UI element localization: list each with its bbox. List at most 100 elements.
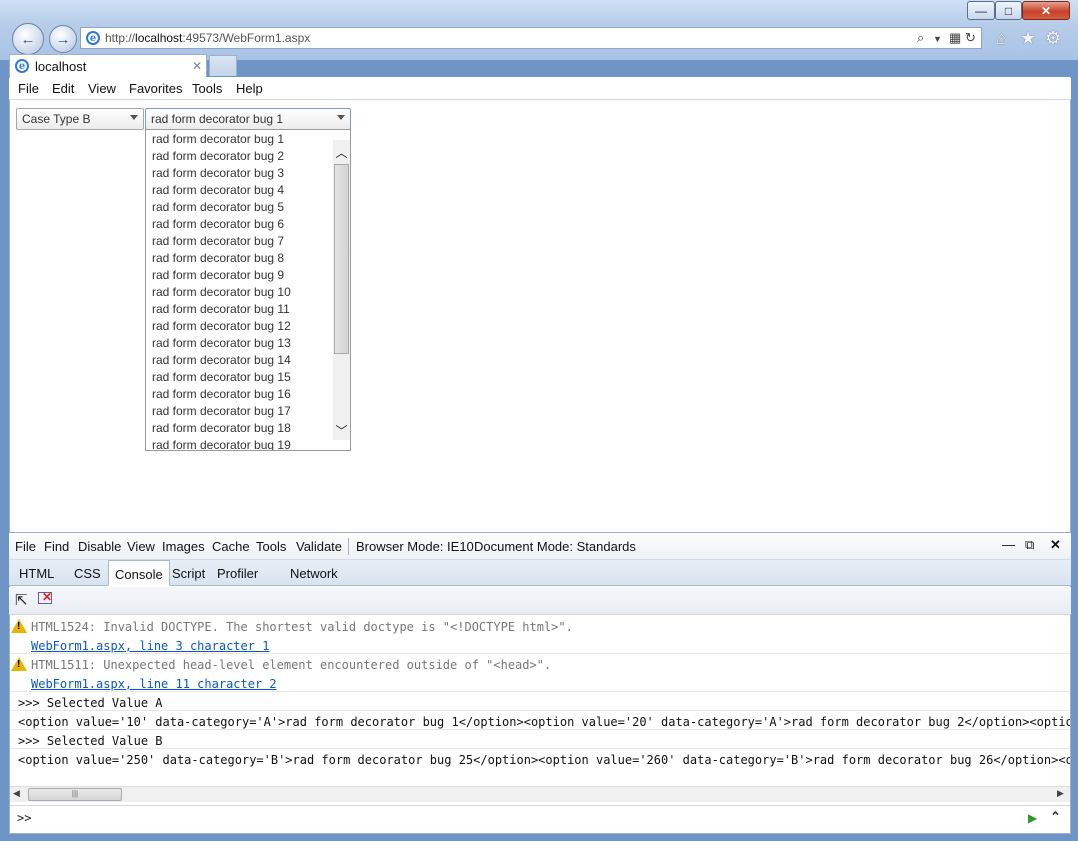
- tab-profiler[interactable]: Profiler: [211, 560, 264, 586]
- compatibility-view-icon[interactable]: ▦: [949, 30, 961, 46]
- dropdown-option[interactable]: rad form decorator bug 4: [152, 183, 284, 197]
- refresh-icon[interactable]: ↻: [965, 30, 976, 46]
- horizontal-scroll-thumb[interactable]: |||: [28, 788, 122, 801]
- dropdown-option[interactable]: rad form decorator bug 16: [152, 387, 291, 401]
- dropdown-scrollbar[interactable]: ︿ ﹀: [333, 140, 350, 440]
- console-toolbar: ⇱ ✕: [9, 587, 1071, 615]
- minimize-button[interactable]: —: [967, 1, 995, 20]
- scroll-right-icon[interactable]: ▶: [1057, 788, 1064, 799]
- scroll-left-icon[interactable]: ◀: [13, 788, 20, 799]
- scroll-down-icon[interactable]: ﹀: [333, 422, 350, 438]
- case-type-value: Case Type B: [22, 112, 91, 126]
- forward-arrow-icon: →: [55, 30, 71, 48]
- search-icon[interactable]: ⌕: [917, 30, 924, 46]
- back-arrow-icon: ←: [20, 30, 36, 48]
- dropdown-option[interactable]: rad form decorator bug 7: [152, 234, 284, 248]
- bug-select-value: rad form decorator bug 1: [151, 112, 284, 126]
- dt-menu-file[interactable]: File: [15, 539, 36, 554]
- dropdown-option[interactable]: rad form decorator bug 9: [152, 268, 284, 282]
- home-icon[interactable]: ⌂: [996, 28, 1007, 49]
- forward-button[interactable]: →: [49, 25, 77, 53]
- browser-menubar: File Edit View Favorites Tools Help: [9, 78, 1071, 100]
- tab-title: localhost: [35, 59, 87, 74]
- gear-icon[interactable]: ⚙: [1045, 28, 1061, 49]
- menu-tools[interactable]: Tools: [192, 81, 222, 96]
- chevron-down-icon: [337, 115, 345, 120]
- search-dropdown-icon[interactable]: ▼: [933, 34, 942, 44]
- minimize-icon[interactable]: —: [1002, 537, 1015, 552]
- row-divider: [10, 691, 1070, 692]
- dropdown-option[interactable]: rad form decorator bug 19: [152, 438, 291, 450]
- dropdown-option[interactable]: rad form decorator bug 13: [152, 336, 291, 350]
- warning-icon: !: [11, 619, 27, 633]
- warning-icon: !: [11, 657, 27, 671]
- dt-menu-validate[interactable]: Validate: [296, 539, 342, 554]
- case-type-select[interactable]: Case Type B: [16, 108, 144, 130]
- dt-menu-find[interactable]: Find: [44, 539, 69, 554]
- back-button[interactable]: ←: [12, 23, 44, 55]
- dropdown-option[interactable]: rad form decorator bug 8: [152, 251, 284, 265]
- close-devtools-icon[interactable]: ✕: [1050, 537, 1061, 553]
- menu-view[interactable]: View: [88, 81, 116, 96]
- console-horizontal-scrollbar[interactable]: ◀ ||| ▶: [10, 786, 1070, 802]
- menu-favorites[interactable]: Favorites: [129, 81, 182, 96]
- address-bar[interactable]: e http://localhost:49573/WebForm1.aspx ⌕…: [80, 27, 982, 49]
- browser-tab-localhost[interactable]: e localhost ✕: [9, 54, 207, 77]
- command-prompt: >>: [17, 811, 32, 825]
- dropdown-option[interactable]: rad form decorator bug 11: [152, 302, 290, 316]
- tab-css[interactable]: CSS: [68, 560, 107, 586]
- console-source-link[interactable]: WebForm1.aspx, line 11 character 2: [31, 677, 277, 691]
- dropdown-option[interactable]: rad form decorator bug 5: [152, 200, 284, 214]
- row-divider: [10, 748, 1070, 749]
- console-command-line[interactable]: >> ▶ ⌃: [10, 805, 1070, 832]
- unpin-icon[interactable]: ⧉: [1025, 537, 1034, 553]
- ie-tab-icon: e: [15, 59, 29, 73]
- document-mode-menu[interactable]: Document Mode: Standards: [474, 539, 636, 554]
- dt-menu-tools[interactable]: Tools: [256, 539, 286, 554]
- bug-dropdown-list[interactable]: rad form decorator bug 1 rad form decorat…: [145, 129, 351, 451]
- dropdown-option[interactable]: rad form decorator bug 6: [152, 217, 284, 231]
- dropdown-option[interactable]: rad form decorator bug 2: [152, 149, 284, 163]
- expand-multiline-icon[interactable]: ⌃: [1050, 809, 1061, 825]
- run-script-icon[interactable]: ▶: [1028, 811, 1037, 825]
- dropdown-option[interactable]: rad form decorator bug 14: [152, 353, 291, 367]
- dropdown-option[interactable]: rad form decorator bug 3: [152, 166, 284, 180]
- menu-help[interactable]: Help: [236, 81, 263, 96]
- console-output: ! HTML1524: Invalid DOCTYPE. The shortes…: [10, 616, 1070, 784]
- tab-network[interactable]: Network: [284, 560, 344, 586]
- new-tab-button[interactable]: [209, 55, 237, 76]
- dropdown-scroll-thumb[interactable]: [334, 164, 349, 354]
- dropdown-option[interactable]: rad form decorator bug 18: [152, 421, 291, 435]
- dt-menu-view[interactable]: View: [127, 539, 155, 554]
- dropdown-option[interactable]: rad form decorator bug 15: [152, 370, 291, 384]
- close-window-button[interactable]: ✕: [1022, 1, 1070, 20]
- maximize-button[interactable]: □: [995, 1, 1022, 20]
- console-log: >>> Selected Value A: [18, 696, 163, 710]
- console-log: >>> Selected Value B: [18, 734, 163, 748]
- dt-menu-images[interactable]: Images: [162, 539, 205, 554]
- tab-console[interactable]: Console: [108, 560, 170, 586]
- browser-mode-menu[interactable]: Browser Mode: IE10: [356, 539, 474, 554]
- menu-edit[interactable]: Edit: [52, 81, 74, 96]
- bug-select[interactable]: rad form decorator bug 1: [145, 108, 351, 130]
- row-divider: [10, 729, 1070, 730]
- dropdown-option[interactable]: rad form decorator bug 17: [152, 404, 291, 418]
- menu-separator: [348, 538, 349, 555]
- dropdown-option[interactable]: rad form decorator bug 12: [152, 319, 291, 333]
- chevron-down-icon: [130, 115, 138, 120]
- select-element-cursor-icon[interactable]: ⇱: [15, 591, 28, 609]
- dropdown-option[interactable]: rad form decorator bug 1: [152, 132, 284, 146]
- devtools-menubar: File Find Disable View Images Cache Tool…: [9, 533, 1071, 560]
- console-source-link[interactable]: WebForm1.aspx, line 3 character 1: [31, 639, 269, 653]
- dropdown-option[interactable]: rad form decorator bug 10: [152, 285, 291, 299]
- tab-close-icon[interactable]: ✕: [192, 59, 202, 73]
- tab-html[interactable]: HTML: [13, 560, 60, 586]
- dt-menu-cache[interactable]: Cache: [212, 539, 250, 554]
- menu-file[interactable]: File: [18, 81, 39, 96]
- console-warning: HTML1511: Unexpected head-level element …: [31, 658, 552, 672]
- clear-console-icon[interactable]: ✕: [38, 590, 52, 604]
- tab-script[interactable]: Script: [166, 560, 211, 586]
- dt-menu-disable[interactable]: Disable: [78, 539, 121, 554]
- favorites-star-icon[interactable]: ★: [1020, 28, 1036, 49]
- scroll-up-icon[interactable]: ︿: [333, 144, 350, 160]
